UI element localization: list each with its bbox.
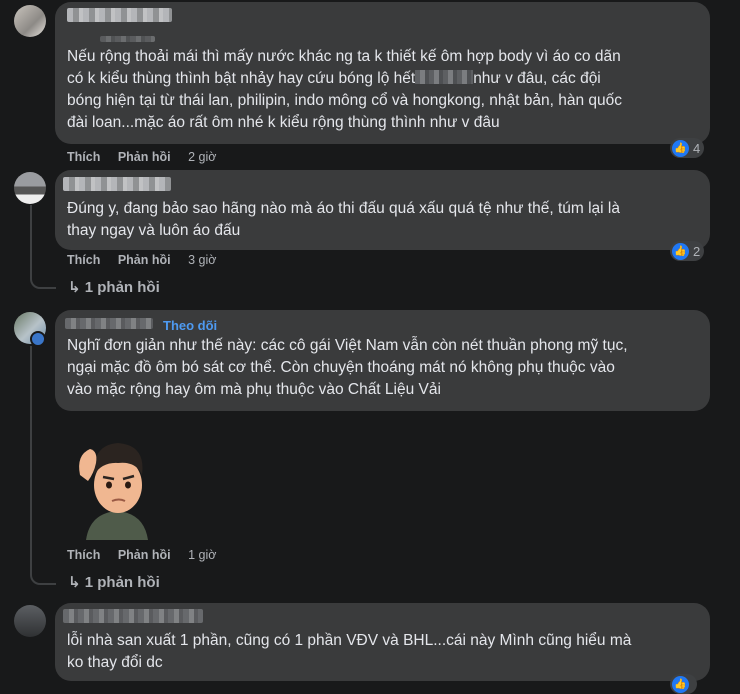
author-name-tail bbox=[100, 36, 155, 42]
view-replies-link[interactable]: ↳ 1 phản hồi bbox=[68, 278, 160, 296]
like-button[interactable]: Thích bbox=[67, 548, 100, 562]
timestamp[interactable]: 1 giờ bbox=[188, 548, 216, 562]
thread-connector bbox=[30, 571, 56, 585]
reaction-number: 2 bbox=[693, 243, 701, 259]
replies-count: 1 phản hồi bbox=[84, 574, 160, 591]
author-name[interactable] bbox=[65, 318, 153, 329]
comment-bubble: lỗi nhà san xuất 1 phần, cũng có 1 phần … bbox=[55, 603, 710, 681]
reaction-count[interactable]: 👍 4 bbox=[670, 138, 705, 158]
thumbs-up-icon: 👍 bbox=[672, 675, 689, 693]
comment-line: ko thay đổi dc bbox=[67, 654, 163, 671]
thread-connector bbox=[30, 205, 32, 275]
timestamp[interactable]: 2 giờ bbox=[188, 150, 216, 164]
view-replies-link[interactable]: ↳ 1 phản hồi bbox=[68, 573, 160, 591]
author-name[interactable] bbox=[63, 609, 203, 623]
comment-actions: Thích Phản hồi 2 giờ bbox=[67, 150, 230, 164]
comment-line: vào mặc rộng hay ôm mà phụ thuộc vào Chấ… bbox=[67, 381, 441, 398]
like-button[interactable]: Thích bbox=[67, 253, 100, 267]
redacted-word bbox=[415, 70, 474, 84]
thinking-face-sticker bbox=[79, 443, 148, 540]
comment-bubble: Đúng y, đang bảo sao hãng nào mà áo thi … bbox=[55, 170, 710, 250]
avatar[interactable] bbox=[14, 605, 46, 637]
comment-bubble: Theo dõi Nghĩ đơn giản như thế này: các … bbox=[55, 310, 710, 411]
comment-line: Nghĩ đơn giản như thế này: các cô gái Vi… bbox=[67, 337, 628, 354]
comment-line: Đúng y, đang bảo sao hãng nào mà áo thi … bbox=[67, 200, 620, 217]
memoji-sticker[interactable] bbox=[72, 435, 162, 540]
thread-connector bbox=[30, 346, 32, 571]
comment-line: lỗi nhà san xuất 1 phần, cũng có 1 phần … bbox=[67, 632, 632, 649]
comment-actions: Thích Phản hồi 3 giờ bbox=[67, 253, 230, 267]
timestamp[interactable]: 3 giờ bbox=[188, 253, 216, 267]
reply-button[interactable]: Phản hồi bbox=[118, 253, 171, 267]
reply-arrow-icon: ↳ bbox=[68, 279, 81, 296]
reply-arrow-icon: ↳ bbox=[68, 574, 81, 591]
thumbs-up-icon: 👍 bbox=[672, 139, 689, 157]
comment-bubble: Nếu rộng thoải mái thì mấy nước khác ng … bbox=[55, 2, 710, 144]
avatar[interactable] bbox=[14, 172, 46, 204]
reaction-count[interactable]: 👍 2 bbox=[670, 241, 705, 261]
thumbs-up-icon: 👍 bbox=[672, 242, 689, 260]
comment-line: thay ngay và luôn áo đấu bbox=[67, 222, 241, 239]
comment-line: đài loan...mặc áo rất ôm nhé k kiểu rộng… bbox=[67, 114, 500, 131]
comment-line: ngại mặc đồ ôm bó sát cơ thể. Còn chuyện… bbox=[67, 359, 615, 376]
follow-button[interactable]: Theo dõi bbox=[163, 318, 217, 333]
comment-line: có k kiểu thùng thình bật nhảy hay cứu b… bbox=[67, 70, 601, 87]
reply-button[interactable]: Phản hồi bbox=[118, 548, 171, 562]
avatar[interactable] bbox=[14, 5, 46, 37]
reply-button[interactable]: Phản hồi bbox=[118, 150, 171, 164]
avatar-badge bbox=[30, 331, 46, 347]
comment-actions: Thích Phản hồi 1 giờ bbox=[67, 548, 230, 562]
reaction-number: 4 bbox=[693, 140, 701, 156]
replies-count: 1 phản hồi bbox=[84, 279, 160, 296]
comment-line: Nếu rộng thoải mái thì mấy nước khác ng … bbox=[67, 48, 621, 65]
like-button[interactable]: Thích bbox=[67, 150, 100, 164]
comment-line: bóng hiện tại từ thái lan, philipin, ind… bbox=[67, 92, 623, 109]
comment-text: lỗi nhà san xuất 1 phần, cũng có 1 phần … bbox=[67, 630, 700, 674]
thread-connector bbox=[30, 275, 56, 289]
author-name[interactable] bbox=[67, 8, 172, 22]
author-name[interactable] bbox=[63, 177, 171, 191]
comment-text: Đúng y, đang bảo sao hãng nào mà áo thi … bbox=[67, 198, 700, 242]
reaction-count[interactable]: 👍 bbox=[670, 674, 697, 694]
comment-text: Nghĩ đơn giản như thế này: các cô gái Vi… bbox=[67, 335, 700, 401]
comment-text: Nếu rộng thoải mái thì mấy nước khác ng … bbox=[67, 46, 700, 134]
